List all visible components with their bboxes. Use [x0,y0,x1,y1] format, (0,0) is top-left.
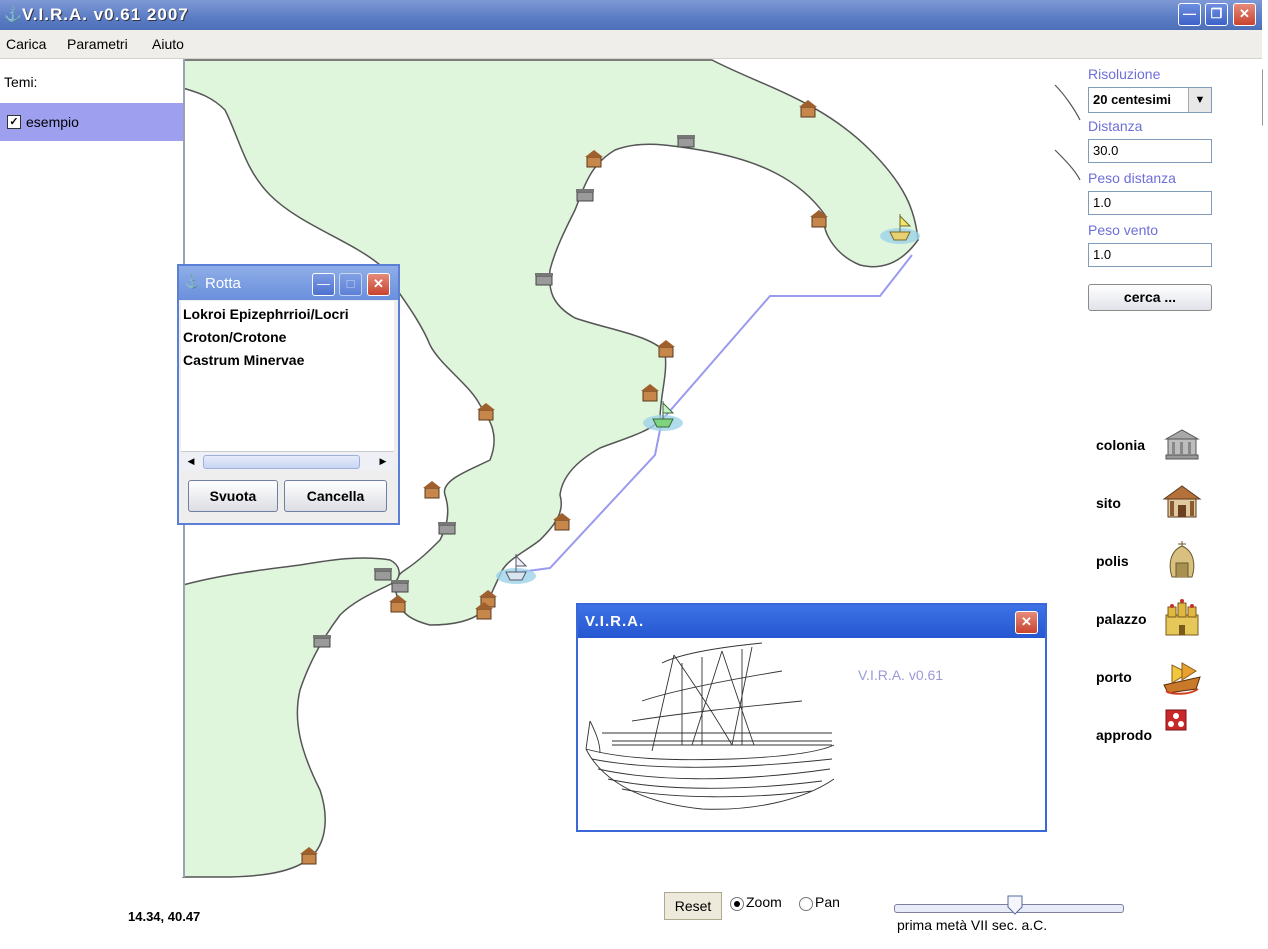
colonia-icon[interactable] [374,568,392,581]
legend-label: colonia [1096,437,1146,453]
app-title-bar: ⚓ V.I.R.A. v0.61 2007 — ❐ ✕ [0,0,1262,30]
legend-label: approdo [1096,727,1152,743]
theme-item-esempio[interactable]: ✓ esempio [0,103,183,141]
legend-item-palazzo: palazzo [1090,594,1240,644]
zoom-radio[interactable] [730,897,744,911]
app-title: V.I.R.A. v0.61 2007 [22,5,189,24]
scrollbar-thumb[interactable] [203,455,360,469]
legend-label: sito [1096,495,1121,511]
about-window-title-bar[interactable]: V.I.R.A. ✕ [578,605,1045,638]
distance-weight-label: Peso distanza [1088,170,1176,186]
minimize-button[interactable]: — [1178,3,1201,26]
colonia-icon[interactable] [313,635,331,648]
colonia-icon[interactable] [391,580,409,593]
approdo-icon [1165,709,1187,731]
status-bar: 14.34, 40.47 Reset Zoom Pan prima metà V… [0,878,1268,949]
sito-icon[interactable] [657,340,675,358]
pan-label[interactable]: Pan [815,894,840,910]
reset-button[interactable]: Reset [664,892,722,920]
ancient-ship-illustration [585,642,835,810]
minimize-button[interactable]: — [312,273,335,296]
scroll-right-icon[interactable]: ▶ [376,454,390,468]
parameters-panel: Risoluzione 20 centesimi ▼ Distanza 30.0… [1086,62,1262,322]
distance-label: Distanza [1088,118,1143,134]
colonia-icon[interactable] [438,522,456,535]
search-button[interactable]: cerca ... [1088,284,1212,311]
app-icon: ⚓ [4,6,22,22]
list-item[interactable]: Croton/Crotone [183,329,286,345]
legend-label: porto [1096,669,1132,685]
pan-radio[interactable] [799,897,813,911]
legend-label: palazzo [1096,611,1147,627]
clear-button[interactable]: Svuota [188,480,278,512]
wind-weight-field[interactable]: 1.0 [1088,243,1212,267]
coordinates-readout: 14.34, 40.47 [128,909,201,924]
land-sicily [182,557,400,878]
legend-item-polis: polis [1090,536,1240,586]
menu-parametri[interactable]: Parametri [67,36,128,52]
legend-item-colonia: colonia [1090,420,1240,470]
themes-label: Temi: [4,74,38,90]
close-button[interactable]: ✕ [1015,611,1038,634]
period-slider-thumb[interactable] [1007,895,1023,915]
restore-button[interactable]: ❐ [1205,3,1228,26]
horizontal-scrollbar[interactable]: ◀ ▶ [181,451,394,470]
colonia-icon[interactable] [535,273,553,286]
close-button[interactable]: ✕ [367,273,390,296]
colonia-icon [1164,429,1200,460]
resolution-label: Risoluzione [1088,66,1161,82]
list-item[interactable]: Castrum Minervae [183,352,304,368]
colonia-icon[interactable] [576,189,594,202]
porto-icon [1163,662,1201,695]
menu-carica[interactable]: Carica [6,36,46,52]
colonia-icon[interactable] [677,135,695,148]
zoom-label[interactable]: Zoom [746,894,782,910]
route-window-title: Rotta [205,275,241,292]
scroll-left-icon[interactable]: ◀ [184,454,198,468]
about-version: V.I.R.A. v0.61 [858,667,944,683]
theme-name: esempio [26,114,79,130]
distance-field[interactable]: 30.0 [1088,139,1212,163]
about-window: V.I.R.A. ✕ V.I.R.A. v0.61 [576,603,1047,832]
route-list[interactable]: Lokroi Epizephrrioi/Locri Croton/Crotone… [181,301,394,451]
route-window: ⚓ Rotta — □ ✕ Lokroi Epizephrrioi/Locri … [177,264,400,525]
menu-bar: Carica Parametri Aiuto [0,30,1262,59]
polis-icon [1169,541,1195,578]
close-button[interactable]: ✕ [1233,3,1256,26]
period-label: prima metà VII sec. a.C. [897,917,1048,933]
sito-icon [1162,485,1202,518]
themes-panel: Temi: ✓ esempio [0,59,185,877]
legend-item-approdo: approdo [1090,709,1240,760]
chevron-down-icon[interactable]: ▼ [1188,88,1211,112]
wind-weight-label: Peso vento [1088,222,1159,238]
legend-panel: colonia sito polis palazzo porto approdo [1090,420,1240,760]
about-window-title: V.I.R.A. [585,613,645,630]
delete-button[interactable]: Cancella [284,480,387,512]
app-icon: ⚓ [184,274,201,289]
distance-weight-field[interactable]: 1.0 [1088,191,1212,215]
route-window-title-bar[interactable]: ⚓ Rotta — □ ✕ [179,266,398,300]
sito-icon[interactable] [423,481,441,499]
resolution-value: 20 centesimi [1093,92,1172,107]
menu-aiuto[interactable]: Aiuto [152,36,184,52]
legend-item-porto: porto [1090,652,1240,702]
theme-checkbox[interactable]: ✓ [7,115,21,129]
maximize-button[interactable]: □ [339,273,362,296]
palazzo-icon [1165,599,1199,636]
legend-item-sito: sito [1090,478,1240,528]
legend-label: polis [1096,553,1129,569]
resolution-select[interactable]: 20 centesimi ▼ [1088,87,1212,113]
list-item[interactable]: Lokroi Epizephrrioi/Locri [183,306,349,322]
